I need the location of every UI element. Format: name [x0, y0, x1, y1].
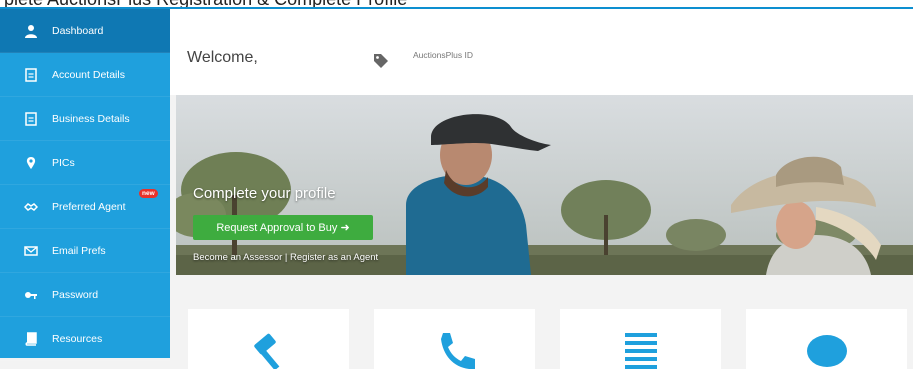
- sidebar-item-business-details[interactable]: Business Details: [0, 97, 170, 141]
- sidebar-item-label: Resources: [52, 332, 103, 345]
- card-messages[interactable]: [746, 309, 907, 369]
- user-name-field: [267, 44, 324, 66]
- map-pin-icon: [24, 156, 38, 170]
- chat-bubble-icon: [746, 329, 907, 369]
- tag-icon: [372, 52, 390, 70]
- sidebar-item-label: PICs: [52, 156, 75, 169]
- request-approval-button[interactable]: Request Approval to Buy ➜: [193, 215, 373, 240]
- card-contact[interactable]: [374, 309, 535, 369]
- sidebar-item-password[interactable]: Password: [0, 273, 170, 317]
- book-icon: [24, 331, 38, 346]
- document-icon: [24, 111, 38, 126]
- key-icon: [24, 288, 38, 302]
- sidebar-item-label: Password: [52, 288, 99, 301]
- sidebar-item-label: Email Prefs: [52, 244, 106, 257]
- become-assessor-link[interactable]: Become an Assessor: [193, 252, 282, 263]
- hero-banner: Complete your profile Request Approval t…: [176, 95, 913, 275]
- new-badge: new: [139, 189, 158, 198]
- link-separator: |: [284, 252, 288, 263]
- sidebar-item-label: Account Details: [52, 68, 125, 81]
- card-listings[interactable]: [560, 309, 721, 369]
- sidebar-item-resources[interactable]: Resources: [0, 317, 170, 361]
- welcome-header: Welcome, AuctionsPlus ID: [170, 9, 913, 95]
- card-auctions[interactable]: [188, 309, 349, 369]
- auctionsplus-id-label: AuctionsPlus ID: [413, 50, 473, 60]
- envelope-icon: [24, 244, 38, 258]
- top-bar: plete AuctionsPlus Registration & Comple…: [0, 0, 913, 9]
- hero-title: Complete your profile: [193, 185, 336, 202]
- gavel-icon: [188, 329, 349, 369]
- phone-icon: [374, 329, 535, 369]
- sidebar-item-label: Dashboard: [52, 24, 104, 37]
- register-agent-link[interactable]: Register as an Agent: [290, 252, 378, 263]
- sidebar-item-email-prefs[interactable]: Email Prefs: [0, 229, 170, 273]
- sidebar-item-preferred-agent[interactable]: Preferred Agent new: [0, 185, 170, 229]
- user-icon: [24, 24, 38, 38]
- sidebar-item-label: Business Details: [52, 112, 130, 125]
- sidebar-item-pics[interactable]: PICs: [0, 141, 170, 185]
- sidebar: Dashboard Account Details Business Detai…: [0, 9, 170, 361]
- welcome-text: Welcome,: [187, 49, 258, 66]
- sidebar-item-dashboard[interactable]: Dashboard: [0, 9, 170, 53]
- hero-links: Become an Assessor | Register as an Agen…: [193, 252, 378, 263]
- document-icon: [24, 67, 38, 82]
- handshake-icon: [24, 200, 38, 214]
- sidebar-item-label: Preferred Agent: [52, 200, 126, 213]
- auctionsplus-id-value: [413, 66, 491, 83]
- main-content: Welcome, AuctionsPlus ID Complete your p…: [170, 9, 913, 369]
- list-icon: [560, 329, 721, 369]
- sidebar-item-account-details[interactable]: Account Details: [0, 53, 170, 97]
